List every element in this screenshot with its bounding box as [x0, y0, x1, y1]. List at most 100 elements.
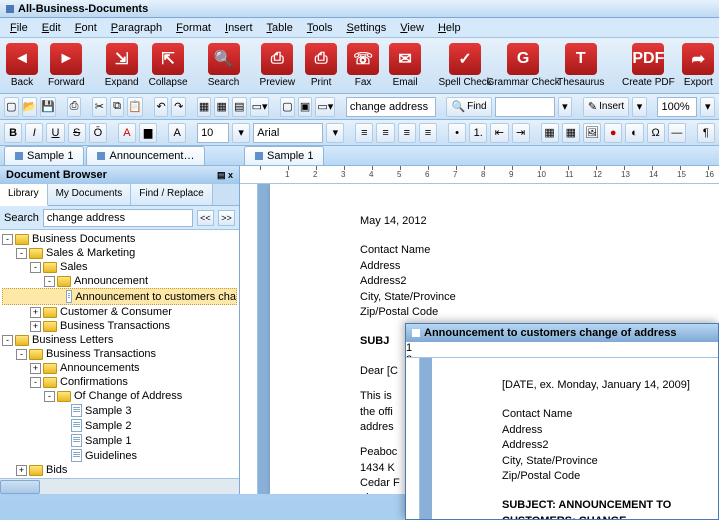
sub-ruler[interactable]: 12345678910 [406, 342, 718, 358]
open-icon[interactable]: 📂 [22, 97, 38, 117]
grammar-check-button[interactable]: GGrammar Check [497, 40, 549, 91]
tb-btn[interactable]: — [668, 123, 686, 143]
browser-tab[interactable]: My Documents [48, 184, 132, 205]
redo-icon[interactable]: ↷ [171, 97, 186, 117]
expand-icon[interactable]: + [16, 465, 27, 476]
zoom-input[interactable] [657, 97, 697, 117]
cut-icon[interactable]: ✂ [92, 97, 107, 117]
tree-node[interactable]: +Bids [2, 463, 237, 477]
dropdown-icon[interactable]: ▾ [632, 97, 647, 117]
tb-btn[interactable]: ▦ [562, 123, 580, 143]
font-size-input[interactable] [197, 123, 229, 143]
browser-tab[interactable]: Find / Replace [131, 184, 212, 205]
tb-btn[interactable]: ▭▾ [250, 97, 270, 117]
menu-insert[interactable]: Insert [219, 20, 259, 35]
strike-button[interactable]: S [68, 123, 86, 143]
expand-icon[interactable]: - [16, 349, 27, 360]
print-icon[interactable]: ⎙ [67, 97, 82, 117]
expand-icon[interactable]: - [2, 335, 13, 346]
menu-format[interactable]: Format [170, 20, 217, 35]
spell-check-button[interactable]: ✓Spell Check [439, 40, 491, 91]
tb-btn[interactable]: ▦ [541, 123, 559, 143]
sub-window[interactable]: Announcement to customers change of addr… [405, 323, 719, 520]
scrollbar-horizontal[interactable] [0, 478, 239, 494]
address-input[interactable] [346, 97, 436, 117]
bullets-icon[interactable]: • [448, 123, 466, 143]
tree-node[interactable]: -Sales [2, 260, 237, 274]
italic-button[interactable]: I [25, 123, 43, 143]
tree-node[interactable]: Announcement to customers cha [2, 288, 237, 305]
undo-icon[interactable]: ↶ [154, 97, 169, 117]
sub-window-title[interactable]: Announcement to customers change of addr… [406, 324, 718, 342]
tree-node[interactable]: -Business Documents [2, 232, 237, 246]
font-color-icon[interactable]: A [118, 123, 136, 143]
tb-btn[interactable]: ▦ [197, 97, 212, 117]
overline-button[interactable]: Ō [89, 123, 107, 143]
highlight-icon[interactable]: ▆ [139, 123, 157, 143]
dropdown-icon[interactable]: ▾ [326, 123, 344, 143]
tree-node[interactable]: +Business Transactions [2, 319, 237, 333]
browser-search-input[interactable] [43, 209, 193, 227]
align-left-icon[interactable]: ≡ [355, 123, 373, 143]
create-pdf-button[interactable]: PDFCreate PDF [622, 40, 674, 91]
align-justify-icon[interactable]: ≡ [419, 123, 437, 143]
forward-button[interactable]: ►Forward [46, 40, 87, 91]
tb-btn[interactable]: ▦ [214, 97, 229, 117]
new-icon[interactable]: ▢ [4, 97, 19, 117]
menu-view[interactable]: View [394, 20, 430, 35]
copy-icon[interactable]: ⧉ [110, 97, 125, 117]
expand-icon[interactable]: + [30, 307, 41, 318]
insert-button[interactable]: ✎Insert [583, 97, 629, 117]
find-input[interactable] [495, 97, 555, 117]
expand-button[interactable]: ⇲Expand [103, 40, 141, 91]
expand-icon[interactable]: - [30, 377, 41, 388]
menu-font[interactable]: Font [69, 20, 103, 35]
email-button[interactable]: ✉Email [387, 40, 423, 91]
doc-tab[interactable]: Sample 1 [4, 146, 84, 165]
font-name-input[interactable] [253, 123, 323, 143]
paste-icon[interactable]: 📋 [127, 97, 143, 117]
tb-btn[interactable]: ▤ [232, 97, 247, 117]
tree-node[interactable]: Guidelines [2, 448, 237, 463]
search-button[interactable]: 🔍Search [206, 40, 242, 91]
expand-icon[interactable]: - [44, 276, 55, 287]
tree-node[interactable]: -Business Transactions [2, 347, 237, 361]
tree-node[interactable]: -Business Letters [2, 333, 237, 347]
expand-icon[interactable]: - [30, 262, 41, 273]
dropdown-icon[interactable]: ▾ [558, 97, 573, 117]
menu-settings[interactable]: Settings [341, 20, 393, 35]
tb-btn[interactable]: A [168, 123, 186, 143]
tree-node[interactable]: +Customer & Consumer [2, 305, 237, 319]
tb-btn[interactable]: ● [604, 123, 622, 143]
tb-btn[interactable]: ▢ [280, 97, 295, 117]
ruler-vertical[interactable] [240, 184, 258, 494]
align-center-icon[interactable]: ≡ [376, 123, 394, 143]
menu-edit[interactable]: Edit [36, 20, 67, 35]
document-tree[interactable]: -Business Documents-Sales & Marketing-Sa… [0, 230, 239, 478]
outdent-icon[interactable]: ⇤ [490, 123, 508, 143]
fax-button[interactable]: ☏Fax [345, 40, 381, 91]
print-button[interactable]: ⎙Print [303, 40, 339, 91]
tree-node[interactable]: Sample 3 [2, 403, 237, 418]
tree-node[interactable]: Sample 1 [2, 433, 237, 448]
tb-btn[interactable]: 🖼 [583, 123, 601, 143]
bold-button[interactable]: B [4, 123, 22, 143]
menu-file[interactable]: File [4, 20, 34, 35]
doc-tab[interactable]: Announcement… [86, 146, 205, 165]
tb-btn[interactable]: ◐ [625, 123, 643, 143]
preview-button[interactable]: ⎙Preview [258, 40, 298, 91]
tree-node[interactable]: -Sales & Marketing [2, 246, 237, 260]
export-button[interactable]: ➦Export [680, 40, 716, 91]
underline-button[interactable]: U [46, 123, 64, 143]
expand-icon[interactable]: - [2, 234, 13, 245]
expand-icon[interactable]: + [30, 363, 41, 374]
tb-btn[interactable]: ▣ [298, 97, 313, 117]
save-icon[interactable]: 💾 [40, 97, 56, 117]
pin-icon[interactable]: ▤ x [217, 170, 233, 181]
sub-page[interactable]: [DATE, ex. Monday, January 14, 2009] Con… [432, 358, 718, 519]
expand-icon[interactable]: + [30, 321, 41, 332]
thesaurus-button[interactable]: TThesaurus [555, 40, 606, 91]
tb-btn[interactable]: ▭▾ [315, 97, 335, 117]
browser-tab[interactable]: Library [0, 184, 48, 206]
expand-icon[interactable]: - [16, 248, 27, 259]
